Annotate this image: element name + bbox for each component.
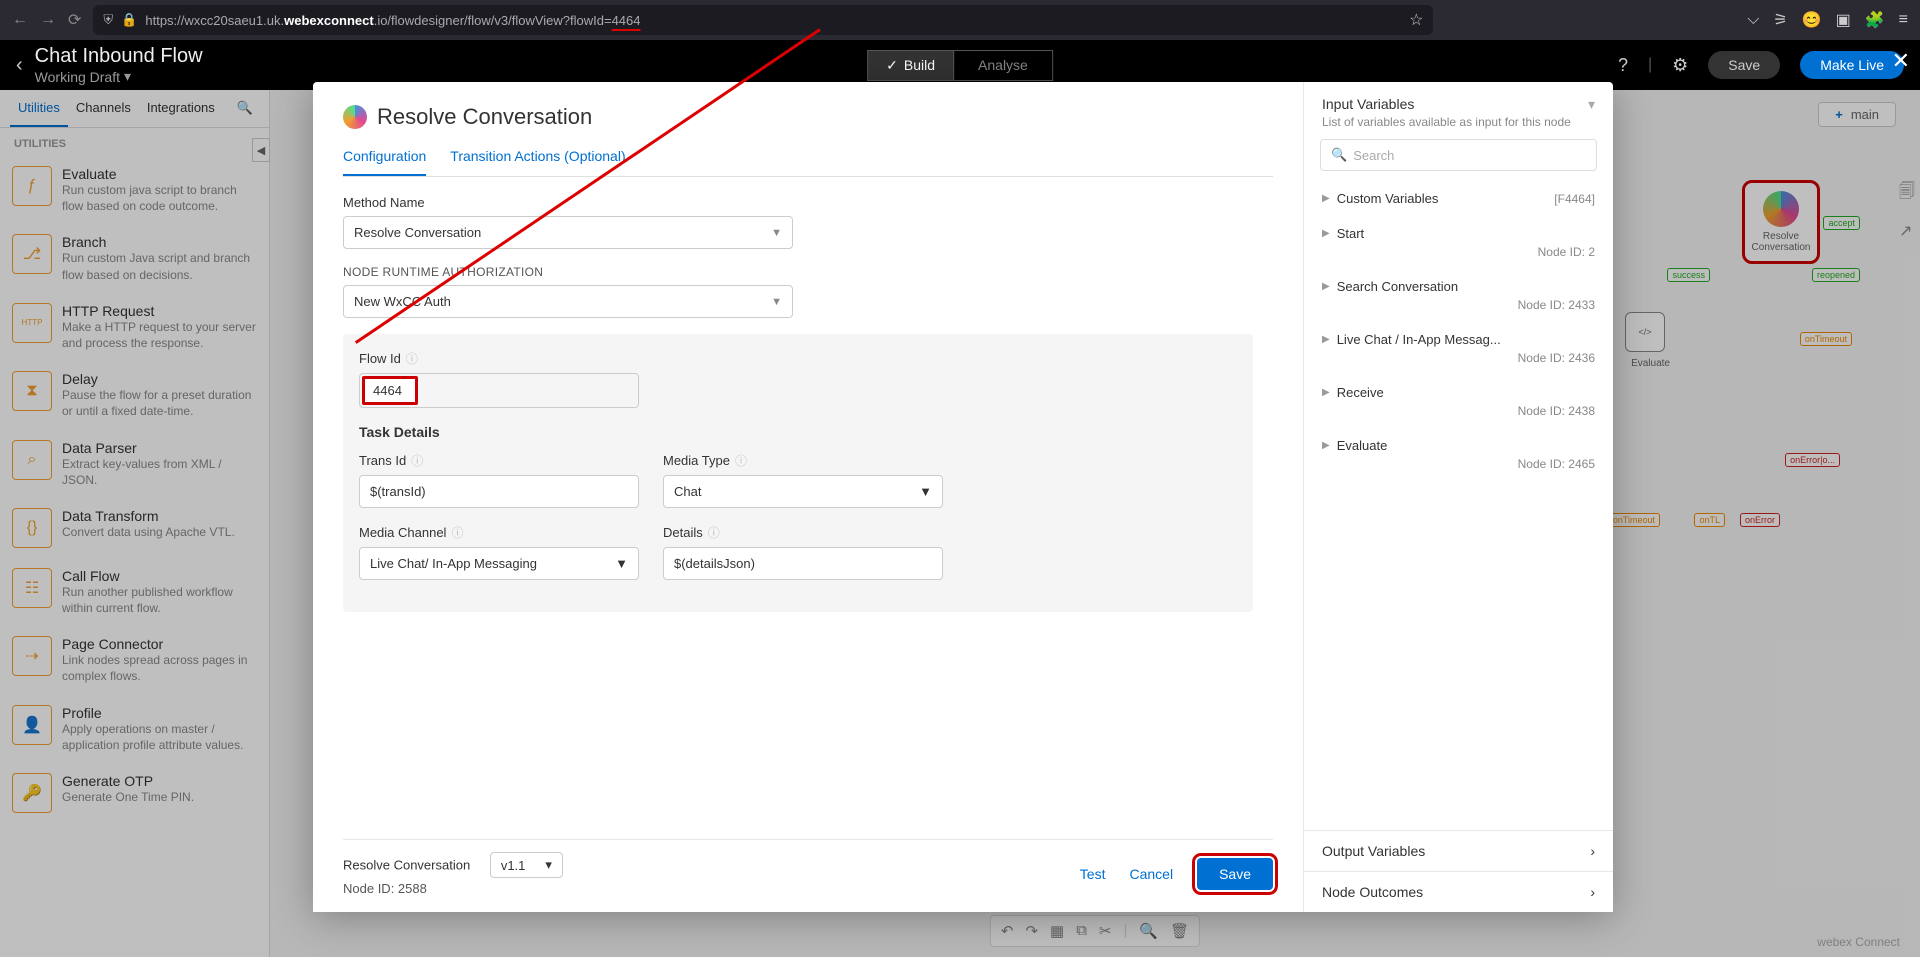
flow-title: Chat Inbound Flow	[35, 45, 203, 68]
dropdown-node-auth[interactable]: New WxCC Auth▼	[343, 285, 793, 318]
input-flow-id[interactable]: 4464	[362, 376, 418, 405]
info-icon: ⓘ	[708, 524, 720, 541]
variable-group[interactable]: ▶ReceiveNode ID: 2438	[1304, 375, 1613, 428]
browser-toolbar: ← → ⟳ ⛨ 🔒 https://wxcc20saeu1.uk.webexco…	[0, 0, 1920, 40]
node-config-modal: Resolve Conversation Configuration Trans…	[313, 82, 1613, 912]
lock-icon: 🔒	[121, 12, 137, 28]
output-variables-row[interactable]: Output Variables›	[1304, 830, 1613, 871]
test-button[interactable]: Test	[1080, 866, 1106, 882]
expand-icon: ▶	[1322, 193, 1330, 204]
nav-forward-icon[interactable]: →	[40, 11, 56, 29]
menu-icon[interactable]: ≡	[1899, 11, 1908, 29]
info-icon: ⓘ	[406, 350, 418, 367]
chevron-down-icon: ▾	[124, 68, 131, 85]
label-flow-id: Flow Idⓘ	[359, 350, 1237, 367]
chevron-right-icon: ›	[1590, 843, 1595, 859]
nav-back-icon[interactable]: ←	[12, 11, 28, 29]
variables-search[interactable]: 🔍Search	[1320, 139, 1597, 171]
url-text: https://wxcc20saeu1.uk.webexconnect.io/f…	[145, 13, 640, 28]
nav-reload-icon[interactable]: ⟳	[68, 10, 81, 30]
variable-group[interactable]: ▶Live Chat / In-App Messag...Node ID: 24…	[1304, 322, 1613, 375]
tab-build[interactable]: ✓Build	[867, 50, 954, 81]
var-node-id: Node ID: 2436	[1322, 351, 1595, 365]
save-button[interactable]: Save	[1197, 858, 1273, 890]
variables-list: ▶Custom Variables[F4464]▶StartNode ID: 2…	[1304, 181, 1613, 481]
label-media-channel: Media Channelⓘ	[359, 524, 639, 541]
mode-tabs: ✓Build Analyse	[867, 50, 1053, 81]
modal-logo-icon	[343, 105, 367, 129]
label-details: Detailsⓘ	[663, 524, 943, 541]
expand-icon: ▶	[1322, 334, 1330, 345]
emoji-icon[interactable]: 😊	[1802, 10, 1822, 30]
chevron-down-icon: ▼	[771, 296, 782, 308]
var-node-id: Node ID: 2433	[1322, 298, 1595, 312]
chevron-down-icon[interactable]: ▾	[1588, 96, 1595, 113]
input-variables-panel: Input Variables ▾ List of variables avail…	[1303, 82, 1613, 912]
star-icon[interactable]: ☆	[1409, 10, 1423, 30]
expand-icon: ▶	[1322, 440, 1330, 451]
extensions-icon[interactable]: 🧩	[1865, 10, 1885, 30]
shield-icon: ⛨	[103, 12, 113, 28]
pocket-icon[interactable]: ⌵	[1747, 11, 1759, 29]
info-icon: ⓘ	[411, 452, 423, 469]
gear-icon[interactable]: ⚙	[1672, 55, 1688, 76]
variable-group[interactable]: ▶Custom Variables[F4464]	[1304, 181, 1613, 216]
flow-details-panel: Flow Idⓘ 4464 Task Details Trans Idⓘ $(t…	[343, 334, 1253, 612]
label-media-type: Media Typeⓘ	[663, 452, 943, 469]
expand-icon: ▶	[1322, 387, 1330, 398]
help-icon[interactable]: ?	[1618, 55, 1628, 76]
variable-group[interactable]: ▶StartNode ID: 2	[1304, 216, 1613, 269]
sparkle-icon[interactable]: ⚞	[1773, 10, 1787, 30]
label-node-auth: NODE RUNTIME AUTHORIZATION	[343, 265, 1273, 279]
var-node-id: Node ID: 2465	[1322, 457, 1595, 471]
screenshot-icon[interactable]: ▣	[1836, 10, 1851, 30]
search-icon: 🔍	[1331, 147, 1347, 163]
make-live-button[interactable]: Make Live	[1800, 51, 1904, 79]
footer-node-name: Resolve Conversation	[343, 858, 470, 873]
modal-footer: Resolve Conversation v1.1▾ Node ID: 2588…	[343, 839, 1273, 912]
dropdown-media-type[interactable]: Chat▼	[663, 475, 943, 508]
tab-analyse[interactable]: Analyse	[954, 50, 1053, 81]
header-save-button[interactable]: Save	[1708, 51, 1780, 79]
var-node-id: Node ID: 2	[1322, 245, 1595, 259]
check-icon: ✓	[886, 57, 898, 74]
label-trans-id: Trans Idⓘ	[359, 452, 639, 469]
var-meta: [F4464]	[1554, 192, 1595, 206]
panel-title: Input Variables	[1322, 96, 1414, 113]
browser-right-icons: ⌵ ⚞ 😊 ▣ 🧩 ≡	[1747, 10, 1908, 30]
var-node-id: Node ID: 2438	[1322, 404, 1595, 418]
close-icon[interactable]: ✕	[1892, 48, 1910, 74]
dropdown-media-channel[interactable]: Live Chat/ In-App Messaging▼	[359, 547, 639, 580]
node-outcomes-row[interactable]: Node Outcomes›	[1304, 871, 1613, 912]
section-task-details: Task Details	[359, 424, 1237, 440]
chevron-right-icon: ›	[1590, 884, 1595, 900]
variable-group[interactable]: ▶Search ConversationNode ID: 2433	[1304, 269, 1613, 322]
cancel-button[interactable]: Cancel	[1129, 866, 1173, 882]
tab-transition-actions[interactable]: Transition Actions (Optional)	[450, 148, 625, 176]
chevron-down-icon: ▼	[615, 556, 628, 571]
info-icon: ⓘ	[735, 452, 747, 469]
dropdown-method-name[interactable]: Resolve Conversation▼	[343, 216, 793, 249]
expand-icon: ▶	[1322, 228, 1330, 239]
input-flow-id-wrap[interactable]: 4464	[359, 373, 639, 408]
modal-title: Resolve Conversation	[377, 104, 592, 130]
back-arrow-icon[interactable]: ‹	[16, 54, 23, 77]
variable-group[interactable]: ▶EvaluateNode ID: 2465	[1304, 428, 1613, 481]
chevron-down-icon: ▼	[771, 227, 782, 239]
input-trans-id[interactable]: $(transId)	[359, 475, 639, 508]
chevron-down-icon: ▾	[545, 857, 552, 873]
input-details[interactable]: $(detailsJson)	[663, 547, 943, 580]
dropdown-version[interactable]: v1.1▾	[490, 852, 563, 878]
tab-configuration[interactable]: Configuration	[343, 148, 426, 176]
panel-subtitle: List of variables available as input for…	[1322, 115, 1595, 129]
chevron-down-icon: ▼	[919, 484, 932, 499]
flow-status[interactable]: Working Draft▾	[35, 68, 203, 85]
footer-node-id: Node ID: 2588	[343, 881, 563, 896]
expand-icon: ▶	[1322, 281, 1330, 292]
label-method-name: Method Name	[343, 195, 1273, 210]
info-icon: ⓘ	[451, 524, 463, 541]
address-bar[interactable]: ⛨ 🔒 https://wxcc20saeu1.uk.webexconnect.…	[93, 5, 1433, 35]
